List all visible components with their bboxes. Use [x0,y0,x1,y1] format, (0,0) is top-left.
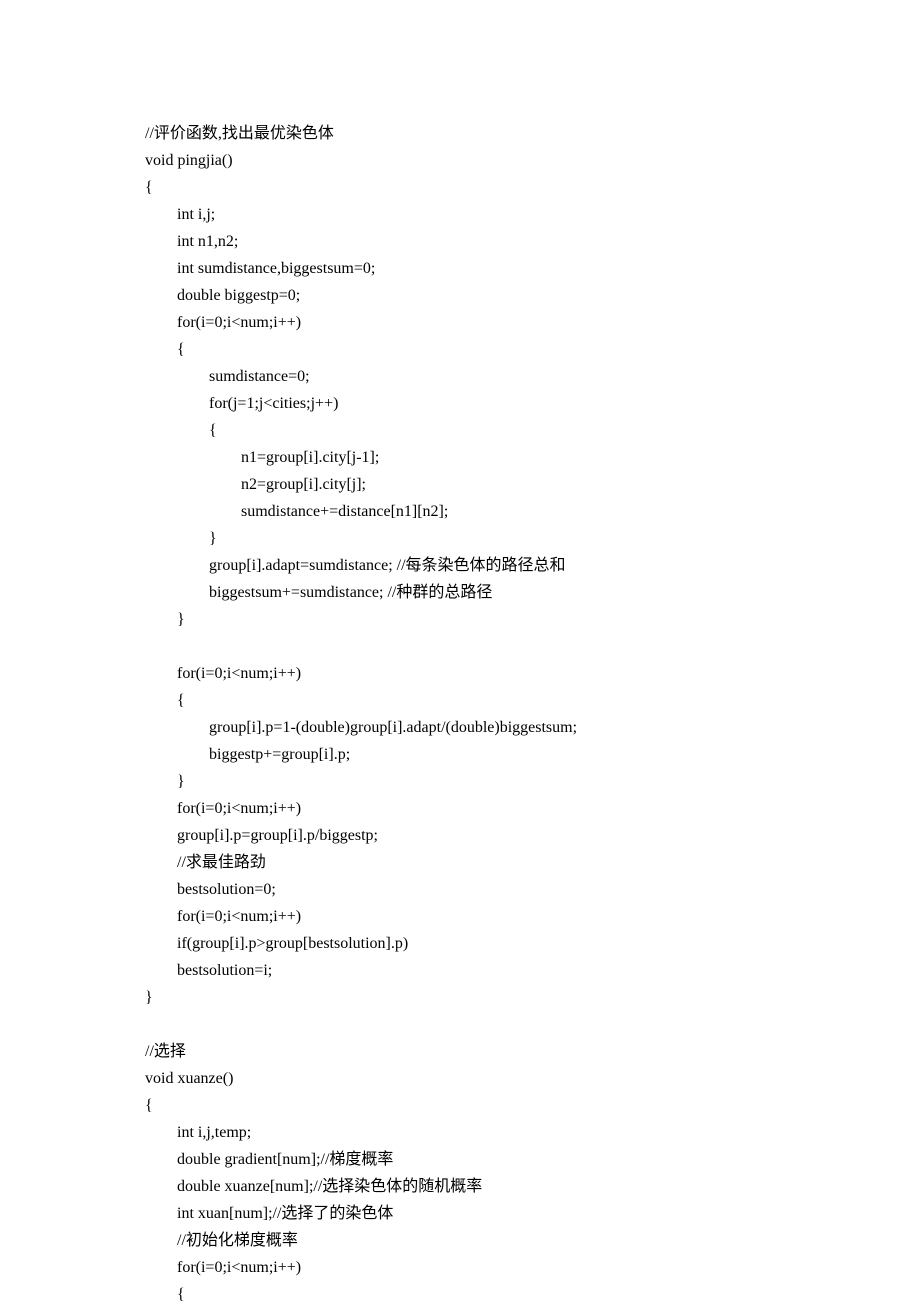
code-line [145,1011,920,1038]
code-line: sumdistance+=distance[n1][n2]; [145,498,920,525]
code-line: int i,j; [145,201,920,228]
code-line: for(i=0;i<num;i++) [145,903,920,930]
code-line: group[i].adapt=sumdistance; //每条染色体的路径总和 [145,552,920,579]
code-line: //初始化梯度概率 [145,1227,920,1254]
code-line: { [145,174,920,201]
code-line: } [145,768,920,795]
code-line: } [145,525,920,552]
code-line: n1=group[i].city[j-1]; [145,444,920,471]
code-line: int i,j,temp; [145,1119,920,1146]
code-line: //求最佳路劲 [145,849,920,876]
code-line: bestsolution=i; [145,957,920,984]
code-line: int n1,n2; [145,228,920,255]
code-line: { [145,1092,920,1119]
code-line: void pingjia() [145,147,920,174]
code-line: double xuanze[num];//选择染色体的随机概率 [145,1173,920,1200]
code-line: for(j=1;j<cities;j++) [145,390,920,417]
code-line: { [145,1281,920,1308]
code-line: n2=group[i].city[j]; [145,471,920,498]
code-line: //评价函数,找出最优染色体 [145,120,920,147]
code-line: } [145,606,920,633]
code-block: //评价函数,找出最优染色体void pingjia(){ int i,j; i… [145,120,920,1308]
code-line: biggestp+=group[i].p; [145,741,920,768]
code-line: for(i=0;i<num;i++) [145,660,920,687]
code-line: int sumdistance,biggestsum=0; [145,255,920,282]
code-line: int xuan[num];//选择了的染色体 [145,1200,920,1227]
code-line [145,633,920,660]
code-line: //选择 [145,1038,920,1065]
code-line: group[i].p=group[i].p/biggestp; [145,822,920,849]
code-line: biggestsum+=sumdistance; //种群的总路径 [145,579,920,606]
code-line: { [145,336,920,363]
code-line: sumdistance=0; [145,363,920,390]
code-line: } [145,984,920,1011]
code-line: for(i=0;i<num;i++) [145,309,920,336]
code-line: { [145,417,920,444]
document-page: //评价函数,找出最优染色体void pingjia(){ int i,j; i… [0,0,920,1308]
code-line: double gradient[num];//梯度概率 [145,1146,920,1173]
code-line: for(i=0;i<num;i++) [145,795,920,822]
code-line: double biggestp=0; [145,282,920,309]
code-line: group[i].p=1-(double)group[i].adapt/(dou… [145,714,920,741]
code-line: if(group[i].p>group[bestsolution].p) [145,930,920,957]
code-line: { [145,687,920,714]
code-line: for(i=0;i<num;i++) [145,1254,920,1281]
code-line: void xuanze() [145,1065,920,1092]
code-line: bestsolution=0; [145,876,920,903]
